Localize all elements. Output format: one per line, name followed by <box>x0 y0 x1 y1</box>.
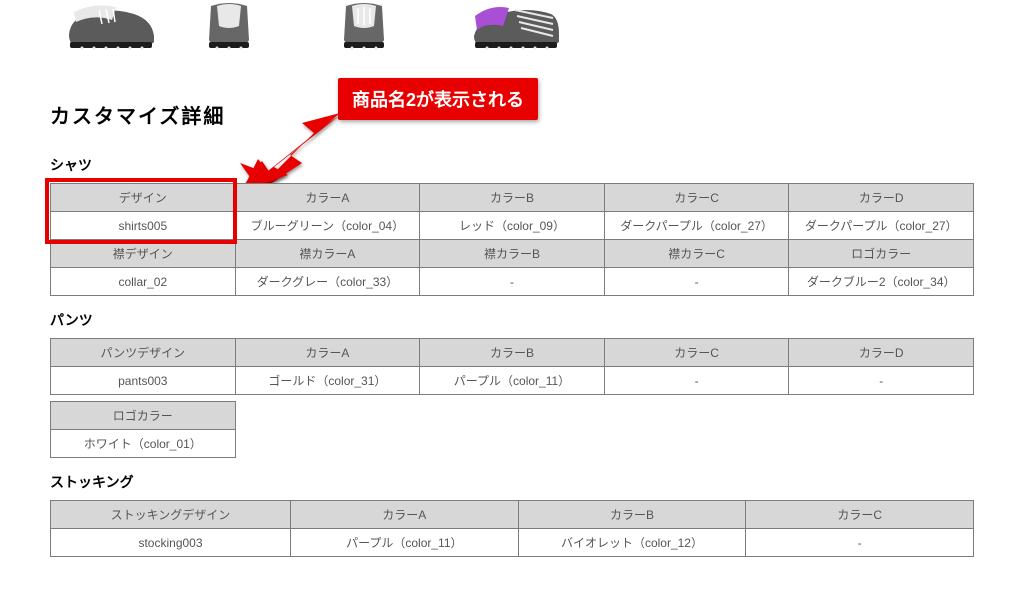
shoe-thumbnail-row <box>50 0 974 50</box>
table-row: ストッキングデザイン カラーA カラーB カラーC <box>51 501 974 529</box>
td-color-a: ブルーグリーン（color_04） <box>235 212 420 240</box>
table-row: pants003 ゴールド（color_31） パープル（color_11） -… <box>51 367 974 395</box>
table-row: stocking003 パープル（color_11） バイオレット（color_… <box>51 529 974 557</box>
shoe-image-4 <box>469 0 564 50</box>
th-collar-c: 襟カラーC <box>604 240 789 268</box>
th-color-c: カラーC <box>604 339 789 367</box>
td-collar-c: - <box>604 268 789 296</box>
shoe-image-1 <box>64 0 159 50</box>
table-row: shirts005 ブルーグリーン（color_04） レッド（color_09… <box>51 212 974 240</box>
pants-extra-table: ロゴカラー ホワイト（color_01） <box>50 401 236 458</box>
td-color-b: パープル（color_11） <box>420 367 605 395</box>
th-color-b: カラーB <box>518 501 746 529</box>
td-design: shirts005 <box>51 212 236 240</box>
td-color-a: パープル（color_11） <box>290 529 518 557</box>
th-color-a: カラーA <box>235 184 420 212</box>
th-collar-a: 襟カラーA <box>235 240 420 268</box>
th-color-b: カラーB <box>420 184 605 212</box>
td-color-c: ダークパープル（color_27） <box>604 212 789 240</box>
group-label-stocking: ストッキング <box>50 472 974 492</box>
stocking-table: ストッキングデザイン カラーA カラーB カラーC stocking003 パー… <box>50 500 974 557</box>
th-pants-design: パンツデザイン <box>51 339 236 367</box>
th-stocking-design: ストッキングデザイン <box>51 501 291 529</box>
td-color-c: - <box>604 367 789 395</box>
td-stocking-design: stocking003 <box>51 529 291 557</box>
th-color-c: カラーC <box>604 184 789 212</box>
td-logo-color: ダークブルー2（color_34） <box>789 268 974 296</box>
td-collar-a: ダークグレー（color_33） <box>235 268 420 296</box>
shoe-image-2 <box>199 0 294 50</box>
td-collar-design: collar_02 <box>51 268 236 296</box>
th-color-b: カラーB <box>420 339 605 367</box>
table-row: collar_02 ダークグレー（color_33） - - ダークブルー2（c… <box>51 268 974 296</box>
th-logo-color: ロゴカラー <box>789 240 974 268</box>
td-color-a: ゴールド（color_31） <box>235 367 420 395</box>
th-design: デザイン <box>51 184 236 212</box>
table-row: パンツデザイン カラーA カラーB カラーC カラーD <box>51 339 974 367</box>
group-label-pants: パンツ <box>50 310 974 330</box>
shoe-image-3 <box>334 0 429 50</box>
shirts-table: デザイン カラーA カラーB カラーC カラーD shirts005 ブルーグリ… <box>50 183 974 296</box>
td-collar-b: - <box>420 268 605 296</box>
td-color-d: ダークパープル（color_27） <box>789 212 974 240</box>
th-color-d: カラーD <box>789 339 974 367</box>
td-color-b: バイオレット（color_12） <box>518 529 746 557</box>
td-color-c: - <box>746 529 974 557</box>
callout-label: 商品名2が表示される <box>338 78 538 120</box>
pants-table: パンツデザイン カラーA カラーB カラーC カラーD pants003 ゴール… <box>50 338 974 395</box>
td-color-b: レッド（color_09） <box>420 212 605 240</box>
th-collar-b: 襟カラーB <box>420 240 605 268</box>
td-logo-color: ホワイト（color_01） <box>51 430 236 458</box>
table-row: 襟デザイン 襟カラーA 襟カラーB 襟カラーC ロゴカラー <box>51 240 974 268</box>
th-color-a: カラーA <box>235 339 420 367</box>
th-collar-design: 襟デザイン <box>51 240 236 268</box>
table-row: デザイン カラーA カラーB カラーC カラーD <box>51 184 974 212</box>
td-color-d: - <box>789 367 974 395</box>
th-color-d: カラーD <box>789 184 974 212</box>
td-pants-design: pants003 <box>51 367 236 395</box>
th-color-a: カラーA <box>290 501 518 529</box>
group-label-shirts: シャツ <box>50 155 974 175</box>
th-logo-color: ロゴカラー <box>51 402 236 430</box>
annotation-arrow <box>230 105 360 195</box>
th-color-c: カラーC <box>746 501 974 529</box>
